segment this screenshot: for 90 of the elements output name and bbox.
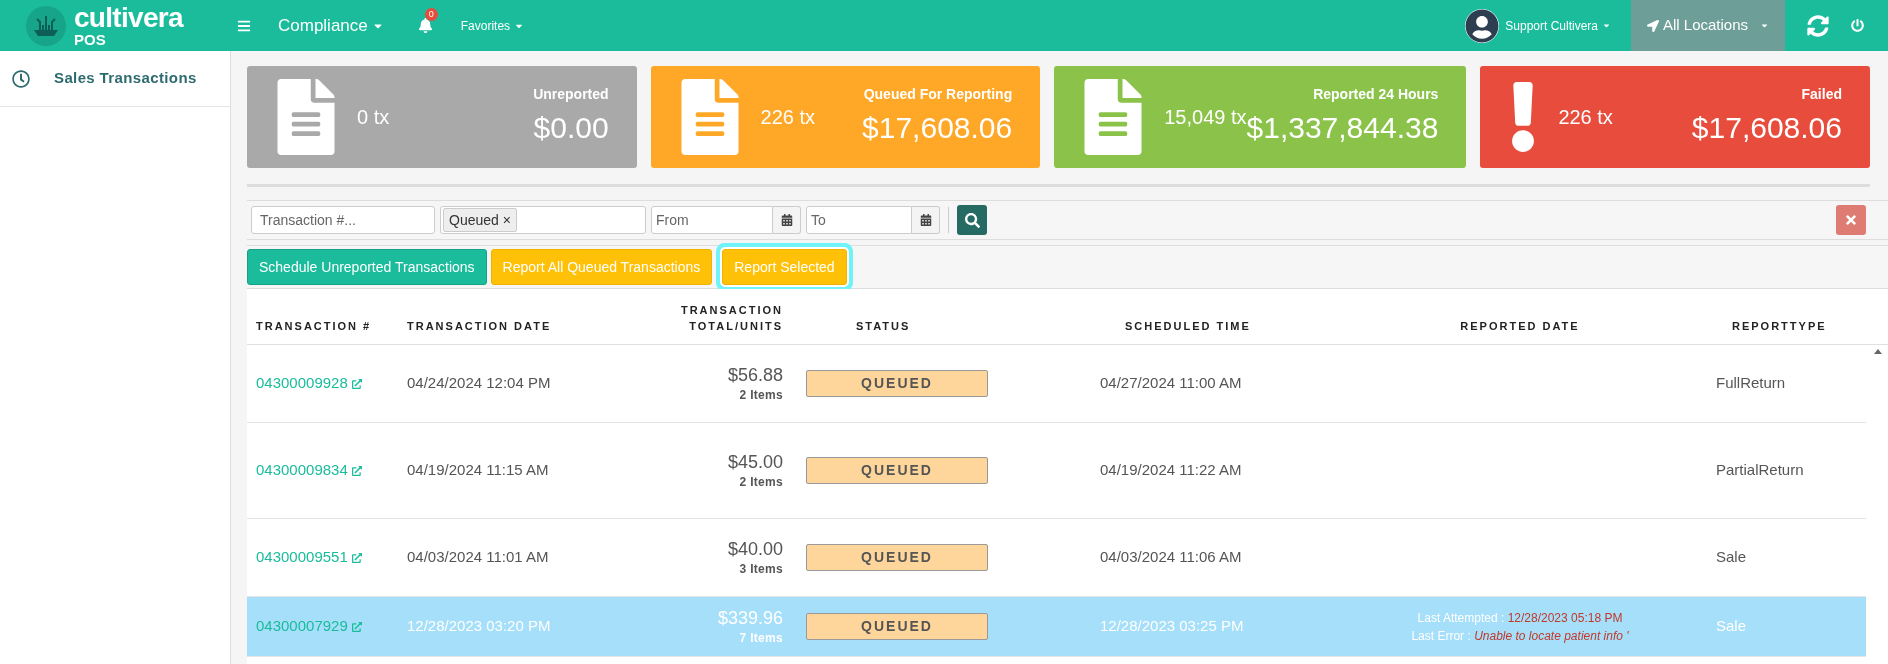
report-type: PartialReturn bbox=[1715, 460, 1805, 481]
scheduled-time: 04/27/2024 11:00 AM bbox=[1099, 373, 1243, 394]
favorites-menu[interactable]: Favorites bbox=[460, 16, 525, 35]
action-button[interactable]: Report All Queued Transactions bbox=[490, 249, 713, 285]
transaction-date: 12/28/2023 03:20 PM bbox=[406, 616, 552, 637]
card-label: Queued For Reporting bbox=[863, 85, 1013, 104]
scheduled-time: 04/19/2024 11:22 AM bbox=[1099, 460, 1243, 481]
column-header: TRANSACTION DATE bbox=[406, 319, 553, 334]
card-amount: $1,337,844.38 bbox=[1246, 111, 1439, 146]
notification-badge: 0 bbox=[424, 8, 438, 21]
brand-subtitle: POS bbox=[74, 32, 107, 47]
card-amount: $0.00 bbox=[533, 110, 609, 146]
transaction-count: 226 tx bbox=[1558, 105, 1613, 130]
document-icon bbox=[1082, 79, 1145, 155]
to-date-field[interactable]: To bbox=[806, 206, 912, 234]
location-arrow-icon bbox=[1646, 19, 1659, 32]
transaction-total: $56.88 bbox=[727, 363, 783, 386]
compliance-menu[interactable]: Compliance bbox=[278, 12, 384, 39]
brand-name: cultivera bbox=[74, 4, 183, 32]
close-icon bbox=[1844, 213, 1858, 227]
transaction-units: 2 Items bbox=[739, 386, 783, 404]
transaction-count: 226 tx bbox=[760, 105, 816, 130]
location-menu[interactable]: All Locations bbox=[1631, 0, 1785, 51]
column-header: STATUS bbox=[855, 319, 912, 334]
status-badge: QUEUED bbox=[806, 613, 988, 640]
last-attempted: Last Attempted : 12/28/2023 05:18 PM bbox=[1417, 609, 1623, 627]
report-type: Sale bbox=[1715, 616, 1748, 637]
external-link-icon bbox=[351, 621, 362, 632]
card-label: Failed bbox=[1801, 85, 1842, 104]
calendar-button[interactable] bbox=[773, 206, 801, 234]
clock-icon bbox=[12, 69, 30, 88]
calendar-icon bbox=[919, 214, 932, 226]
caret-icon bbox=[1602, 21, 1611, 30]
logo-icon bbox=[26, 5, 66, 46]
tag-remove[interactable]: × bbox=[502, 209, 511, 231]
search-button[interactable] bbox=[957, 205, 987, 235]
transaction-count: 15,049 tx bbox=[1164, 105, 1247, 128]
clear-button[interactable] bbox=[1836, 205, 1866, 235]
avatar-icon[interactable] bbox=[1465, 8, 1500, 43]
caret-icon bbox=[1760, 21, 1770, 30]
card-label: Unreported bbox=[533, 85, 609, 104]
external-link-icon bbox=[351, 552, 362, 563]
scroll-up-icon[interactable] bbox=[1874, 349, 1882, 354]
table-row[interactable]: 04300007929 12/28/2023 03:20 PM $339.96 7 Items QUEUED 12/28/2023 03:25 PM Last Attempted : 12/28/2023 05:18 PM Last Error : Unable to locate patient info ' Sale bbox=[247, 597, 1866, 657]
transaction-link[interactable]: 04300007929 bbox=[256, 615, 348, 638]
transaction-date: 04/03/2024 11:01 AM bbox=[406, 547, 550, 568]
scheduled-time: 04/03/2024 11:06 AM bbox=[1099, 547, 1243, 568]
external-link-icon bbox=[351, 465, 362, 476]
status-badge: QUEUED bbox=[806, 544, 988, 571]
status-badge: QUEUED bbox=[806, 370, 988, 397]
report-type: Sale bbox=[1715, 547, 1748, 568]
document-icon bbox=[275, 79, 337, 155]
column-header: TRANSACTION TOTAL/UNITS bbox=[679, 303, 784, 334]
status-filter-field[interactable]: Queued × bbox=[440, 206, 646, 234]
last-error: Last Error : Unable to locate patient info ' bbox=[1411, 627, 1629, 645]
column-header: SCHEDULED TIME bbox=[1124, 319, 1252, 334]
status-tag: Queued × bbox=[443, 208, 517, 232]
card-amount: $17,608.06 bbox=[1691, 110, 1842, 146]
transaction-total: $339.96 bbox=[717, 606, 783, 629]
status-badge: QUEUED bbox=[806, 457, 988, 484]
column-header: REPORTTYPE bbox=[1731, 319, 1828, 334]
transaction-link[interactable]: 04300009928 bbox=[256, 372, 348, 395]
search-icon bbox=[964, 212, 980, 228]
transaction-units: 7 Items bbox=[739, 629, 783, 647]
calendar-icon bbox=[780, 214, 793, 226]
transaction-units: 3 Items bbox=[739, 560, 783, 578]
from-date-field[interactable]: From bbox=[651, 206, 773, 234]
calendar-button[interactable] bbox=[912, 206, 940, 234]
user-menu[interactable]: Support Cultivera bbox=[1505, 16, 1611, 35]
bell-icon[interactable] bbox=[417, 18, 433, 33]
column-header: REPORTED DATE bbox=[1459, 319, 1581, 334]
transaction-count: 0 tx bbox=[357, 105, 390, 130]
action-button[interactable]: Schedule Unreported Transactions bbox=[247, 249, 487, 285]
report-type: FullReturn bbox=[1715, 373, 1787, 394]
external-link-icon bbox=[351, 378, 362, 389]
transaction-link[interactable]: 04300009834 bbox=[256, 459, 348, 482]
card-amount: $17,608.06 bbox=[862, 110, 1013, 146]
table-row[interactable]: 04300009834 04/19/2024 11:15 AM $45.00 2 Items QUEUED 04/19/2024 11:22 AM PartialReturn bbox=[247, 423, 1866, 519]
card-label: Reported 24 Hours bbox=[1313, 85, 1439, 104]
transaction-units: 2 Items bbox=[739, 473, 783, 491]
scheduled-time: 12/28/2023 03:25 PM bbox=[1099, 616, 1245, 637]
transaction-field[interactable]: Transaction #... bbox=[251, 206, 435, 234]
transaction-link[interactable]: 04300009551 bbox=[256, 546, 348, 569]
transaction-date: 04/24/2024 12:04 PM bbox=[406, 373, 552, 394]
transaction-total: $40.00 bbox=[727, 537, 783, 560]
transaction-date: 04/19/2024 11:15 AM bbox=[406, 460, 550, 481]
transaction-total: $45.00 bbox=[727, 450, 783, 473]
column-header: TRANSACTION # bbox=[255, 319, 373, 334]
table-row[interactable]: 04300009928 04/24/2024 12:04 PM $56.88 2 Items QUEUED 04/27/2024 11:00 AM FullReturn bbox=[247, 345, 1866, 423]
sidebar-item[interactable]: Sales Transactions bbox=[0, 51, 230, 107]
